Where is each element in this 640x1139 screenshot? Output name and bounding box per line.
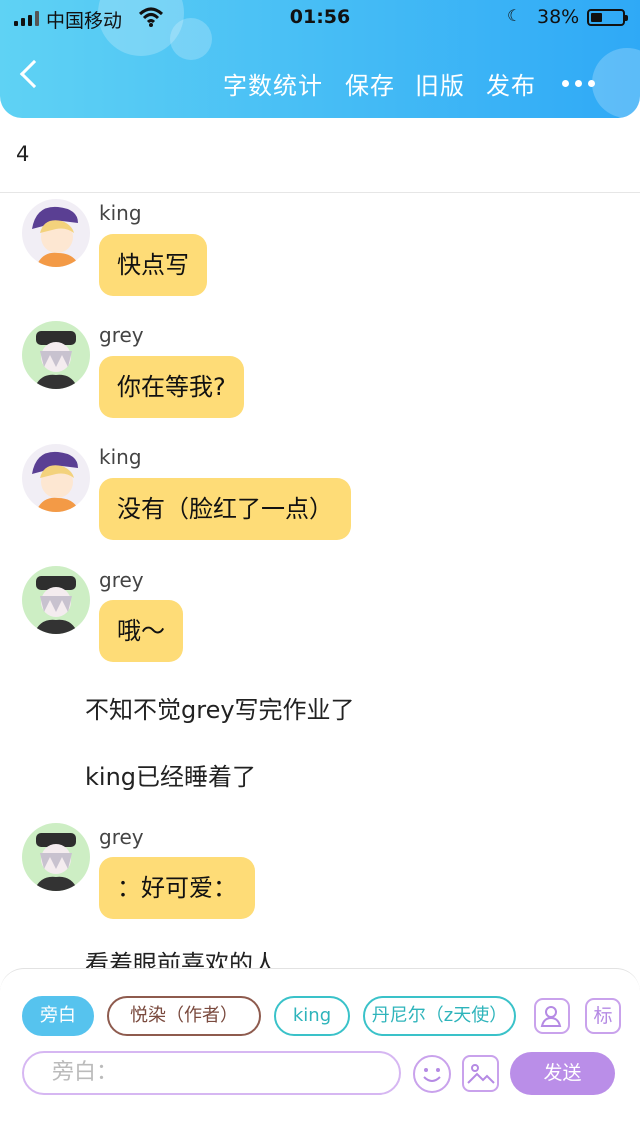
publish-button[interactable]: 发布: [486, 66, 536, 101]
save-button[interactable]: 保存: [345, 66, 395, 101]
send-button[interactable]: 发送: [510, 1052, 615, 1095]
sender-name: king: [99, 201, 142, 225]
role-chip-author[interactable]: 悦染（作者）: [107, 996, 261, 1036]
emoji-icon[interactable]: [413, 1055, 451, 1093]
message-bubble[interactable]: 快点写: [99, 234, 207, 296]
sender-name: grey: [99, 323, 144, 347]
back-arrow-icon[interactable]: [19, 59, 49, 89]
battery-percent: 38%: [537, 6, 580, 28]
word-count-value: 4: [16, 142, 30, 166]
avatar-grey[interactable]: [22, 321, 90, 389]
role-chip-narrator[interactable]: 旁白: [22, 996, 94, 1036]
avatar-grey[interactable]: [22, 823, 90, 891]
divider: [0, 192, 640, 193]
decor-bubble: [592, 48, 640, 118]
role-chip-daniel[interactable]: 丹尼尔（z天使）: [363, 996, 516, 1036]
battery-icon: [587, 9, 628, 26]
word-count-button[interactable]: 字数统计: [223, 66, 323, 101]
top-bar: 中国移动 01:56 ☾ 38% 字数统计 保存 旧版 发布: [0, 0, 640, 118]
tag-button[interactable]: 标: [585, 998, 621, 1034]
message-input[interactable]: 旁白：: [22, 1051, 401, 1095]
image-icon[interactable]: [462, 1055, 499, 1092]
sender-name: grey: [99, 825, 144, 849]
old-version-button[interactable]: 旧版: [415, 66, 465, 101]
sender-name: king: [99, 445, 142, 469]
avatar-king[interactable]: [22, 444, 90, 512]
role-chip-king[interactable]: king: [274, 996, 350, 1036]
avatar-king[interactable]: [22, 199, 90, 267]
narration-text[interactable]: 不知不觉grey写完作业了: [85, 690, 355, 725]
message-bubble[interactable]: 你在等我?: [99, 356, 244, 418]
add-character-icon[interactable]: [534, 998, 570, 1034]
status-bar: 中国移动 01:56 ☾ 38%: [0, 0, 640, 36]
message-bubble[interactable]: 没有（脸红了一点）: [99, 478, 351, 540]
more-options-icon[interactable]: [562, 80, 595, 87]
narration-text[interactable]: king已经睡着了: [85, 757, 256, 792]
message-bubble[interactable]: 哦～: [99, 600, 183, 662]
message-bubble[interactable]: ：好可爱：: [99, 857, 255, 919]
sender-name: grey: [99, 568, 144, 592]
avatar-grey[interactable]: [22, 566, 90, 634]
moon-icon: ☾: [507, 6, 522, 25]
